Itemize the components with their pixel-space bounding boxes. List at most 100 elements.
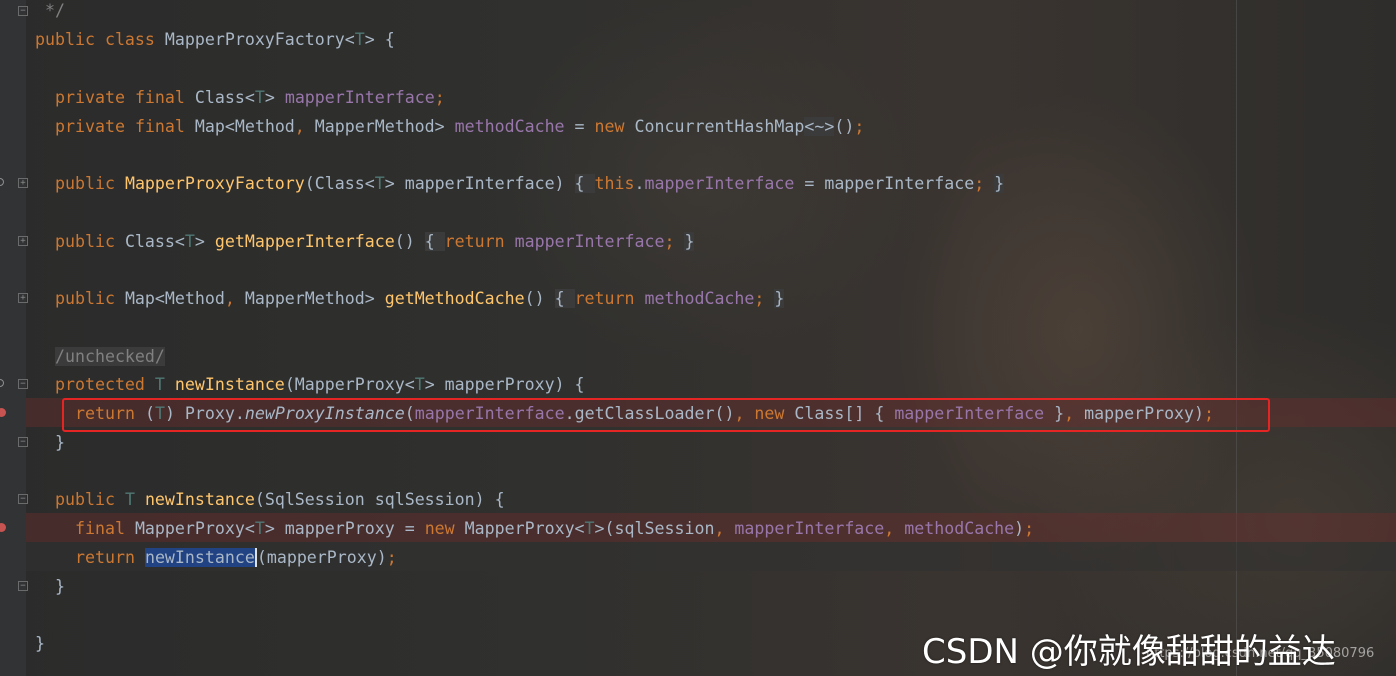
type: >: [194, 232, 215, 251]
method-name: newInstance: [174, 375, 285, 394]
punct: > {: [364, 30, 395, 49]
type-param: T: [144, 375, 175, 394]
fold-brace[interactable]: {: [424, 232, 445, 251]
keyword: return: [75, 548, 135, 567]
code-line-23[interactable]: }: [35, 629, 45, 658]
fold-marker-icon[interactable]: −: [18, 437, 28, 447]
code-line-1[interactable]: */: [45, 0, 65, 25]
fold-marker-icon[interactable]: +: [18, 293, 28, 303]
type-param: T: [254, 519, 265, 538]
comma: ,: [884, 519, 905, 538]
punct: >: [264, 88, 285, 107]
expr: (mapperProxy): [256, 548, 387, 567]
semicolon: ;: [974, 174, 995, 193]
field: mapperInterface: [734, 519, 885, 538]
code-line-7[interactable]: public MapperProxyFactory(Class<T> mappe…: [55, 169, 1005, 198]
keyword: this: [594, 174, 635, 193]
operator: =: [564, 117, 595, 136]
punct: <: [344, 30, 355, 49]
type: MapperMethod>: [244, 289, 385, 308]
breakpoint-icon[interactable]: [0, 408, 6, 417]
fold-marker-icon[interactable]: −: [18, 6, 28, 16]
code-line-2[interactable]: public class MapperProxyFactory<T> {: [35, 25, 395, 54]
semicolon: ;: [854, 117, 865, 136]
fold-brace[interactable]: }: [774, 289, 785, 308]
params: (): [394, 232, 425, 251]
code-line-9[interactable]: public Class<T> getMapperInterface() { r…: [55, 227, 695, 256]
implementation-marker-icon[interactable]: [0, 379, 4, 387]
constructor-name: MapperProxyFactory: [124, 174, 305, 193]
type-param: T: [414, 375, 425, 394]
red-highlight-box: [62, 398, 1270, 432]
code-line-19[interactable]: final MapperProxy<T> mapperProxy = new M…: [75, 514, 1034, 543]
method-name: getMethodCache: [384, 289, 525, 308]
selected-text[interactable]: newInstance: [144, 548, 257, 567]
keyword: class: [104, 30, 155, 49]
type-param: T: [584, 519, 595, 538]
code-line-20[interactable]: return newInstance (mapperProxy);: [75, 543, 397, 572]
keyword: protected: [55, 375, 145, 394]
keyword: private: [55, 117, 125, 136]
csdn-watermark: CSDN @你就像甜甜的益达: [922, 632, 1336, 672]
field: methodCache: [454, 117, 565, 136]
type: Class<: [114, 232, 185, 251]
code-line-21[interactable]: }: [55, 572, 65, 601]
expr: >(sqlSession: [594, 519, 715, 538]
params: (MapperProxy<: [284, 375, 415, 394]
fold-marker-icon[interactable]: +: [18, 236, 28, 246]
code-line-18[interactable]: public T newInstance(SqlSession sqlSessi…: [55, 485, 505, 514]
params: (): [524, 289, 555, 308]
breakpoint-icon[interactable]: [0, 523, 6, 532]
keyword: private: [55, 88, 125, 107]
comma: ,: [294, 117, 315, 136]
code-line-5[interactable]: private final Map<Method, MapperMethod> …: [55, 112, 864, 141]
type: Map<Method: [194, 117, 295, 136]
keyword: public: [55, 174, 115, 193]
code-line-16[interactable]: }: [55, 428, 65, 457]
punct: .: [634, 174, 645, 193]
field: mapperInterface: [644, 174, 795, 193]
keyword: public: [55, 232, 115, 251]
comment: */: [45, 1, 65, 20]
method-name: newInstance: [144, 490, 255, 509]
fold-marker-icon[interactable]: −: [18, 494, 28, 504]
params: (Class<: [304, 174, 375, 193]
editor-gutter[interactable]: − + + + − − − −: [0, 0, 28, 676]
expr: = mapperInterface: [794, 174, 975, 193]
keyword: public: [35, 30, 95, 49]
keyword: final: [134, 88, 185, 107]
semicolon: ;: [386, 548, 397, 567]
code-line-11[interactable]: public Map<Method, MapperMethod> getMeth…: [55, 284, 785, 313]
type-param: T: [114, 490, 145, 509]
params: > mapperInterface): [384, 174, 575, 193]
code-line-4[interactable]: private final Class<T> mapperInterface;: [55, 83, 445, 112]
keyword: final: [134, 117, 185, 136]
comma: ,: [224, 289, 245, 308]
code-line-13[interactable]: /unchecked/: [55, 342, 165, 371]
keyword: public: [55, 490, 115, 509]
semicolon: ;: [754, 289, 775, 308]
method-name: getMapperInterface: [214, 232, 395, 251]
keyword: return: [444, 232, 505, 251]
punct: (): [834, 117, 855, 136]
fold-brace[interactable]: {: [574, 174, 595, 193]
fold-brace[interactable]: }: [684, 232, 695, 251]
type: MapperMethod>: [314, 117, 455, 136]
fold-brace[interactable]: }: [994, 174, 1005, 193]
punct: ): [1014, 519, 1025, 538]
closing-brace: }: [55, 577, 65, 596]
expr: > mapperProxy =: [264, 519, 425, 538]
fold-marker-icon[interactable]: −: [18, 379, 28, 389]
semicolon: ;: [664, 232, 685, 251]
annotation-comment[interactable]: /unchecked/: [55, 347, 165, 366]
diamond-fold[interactable]: <~>: [804, 117, 835, 136]
implementation-marker-icon[interactable]: [0, 178, 4, 186]
closing-brace: }: [35, 634, 45, 653]
field: methodCache: [634, 289, 755, 308]
fold-brace[interactable]: {: [554, 289, 575, 308]
fold-marker-icon[interactable]: +: [18, 178, 28, 188]
code-line-14[interactable]: protected T newInstance(MapperProxy<T> m…: [55, 370, 585, 399]
class-name: MapperProxyFactory: [164, 30, 345, 49]
fold-marker-icon[interactable]: −: [18, 581, 28, 591]
